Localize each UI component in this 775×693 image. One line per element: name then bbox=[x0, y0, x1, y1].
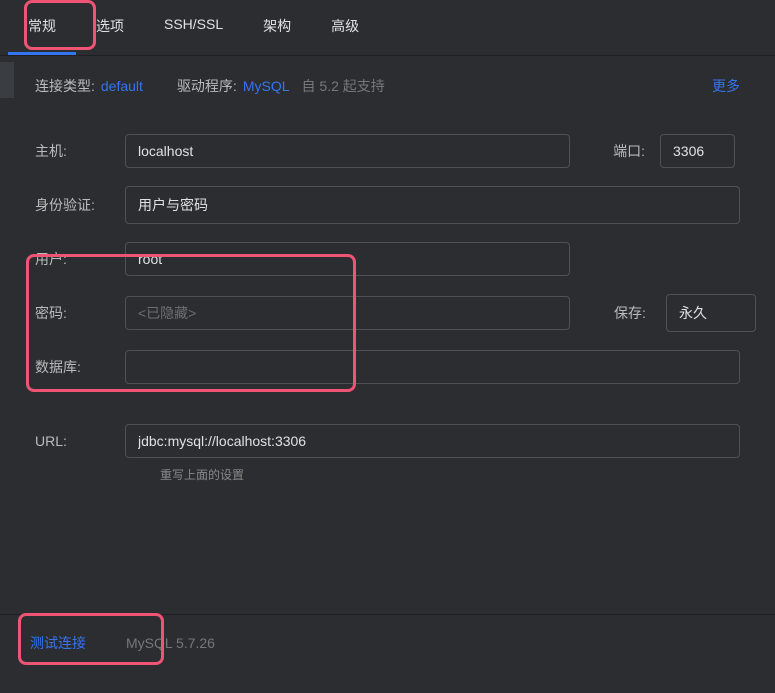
driver-link[interactable]: MySQL bbox=[243, 78, 290, 94]
url-hint: 重写上面的设置 bbox=[160, 466, 740, 483]
password-input[interactable] bbox=[125, 296, 570, 330]
port-label: 端口: bbox=[600, 141, 660, 161]
host-input[interactable] bbox=[125, 134, 570, 168]
connection-form: 主机: 端口: 身份验证: 用户与密码 用户: 密码: 保存: 永久 数据库: … bbox=[0, 134, 775, 483]
tab-advanced[interactable]: 高级 bbox=[311, 0, 379, 55]
info-row: 连接类型: default 驱动程序: MySQL 自 5.2 起支持 更多 bbox=[0, 56, 775, 116]
save-select[interactable]: 永久 bbox=[666, 294, 756, 332]
url-input[interactable] bbox=[125, 424, 740, 458]
auth-select[interactable]: 用户与密码 bbox=[125, 186, 740, 224]
footer: 测试连接 MySQL 5.7.26 bbox=[0, 614, 775, 693]
host-label: 主机: bbox=[35, 141, 125, 161]
server-version: MySQL 5.7.26 bbox=[126, 635, 215, 651]
user-label: 用户: bbox=[35, 249, 125, 269]
tab-options[interactable]: 选项 bbox=[76, 0, 144, 55]
decorative-strip bbox=[0, 62, 14, 98]
database-label: 数据库: bbox=[35, 357, 125, 377]
more-options-link[interactable]: 更多 bbox=[712, 76, 740, 96]
url-label: URL: bbox=[35, 433, 125, 449]
database-input[interactable] bbox=[125, 350, 740, 384]
driver-label: 驱动程序: bbox=[177, 76, 237, 96]
tab-schemas[interactable]: 架构 bbox=[243, 0, 311, 55]
connection-type-link[interactable]: default bbox=[101, 78, 143, 94]
tab-general[interactable]: 常规 bbox=[8, 0, 76, 55]
connection-type-label: 连接类型: bbox=[35, 76, 95, 96]
auth-label: 身份验证: bbox=[35, 195, 125, 215]
user-input[interactable] bbox=[125, 242, 570, 276]
tab-bar: 常规 选项 SSH/SSL 架构 高级 bbox=[0, 0, 775, 56]
tab-sshssl[interactable]: SSH/SSL bbox=[144, 0, 243, 55]
test-connection-link[interactable]: 测试连接 bbox=[30, 633, 86, 653]
save-label: 保存: bbox=[614, 303, 666, 323]
password-label: 密码: bbox=[35, 303, 125, 323]
driver-version-hint: 自 5.2 起支持 bbox=[302, 76, 385, 96]
port-input[interactable] bbox=[660, 134, 735, 168]
